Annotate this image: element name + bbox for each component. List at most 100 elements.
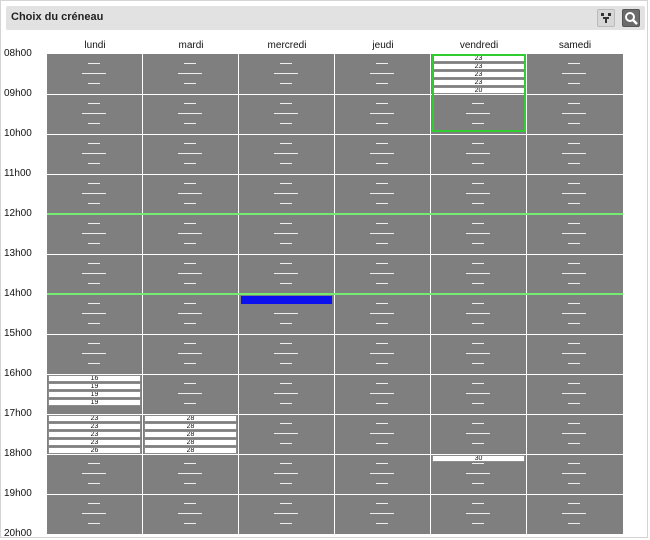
- free-slot-mark[interactable]: [562, 393, 586, 394]
- free-slot-mark[interactable]: [472, 183, 484, 184]
- free-slot-mark[interactable]: [274, 153, 298, 154]
- booked-slot[interactable]: 26: [48, 447, 141, 454]
- free-slot-mark[interactable]: [562, 353, 586, 354]
- free-slot-mark[interactable]: [568, 423, 580, 424]
- free-slot-mark[interactable]: [88, 203, 100, 204]
- free-slot-mark[interactable]: [184, 303, 196, 304]
- free-slot-mark[interactable]: [280, 463, 292, 464]
- free-slot-mark[interactable]: [376, 303, 388, 304]
- free-slot-mark[interactable]: [178, 113, 202, 114]
- search-button[interactable]: [622, 9, 640, 27]
- free-slot-mark[interactable]: [274, 73, 298, 74]
- free-slot-mark[interactable]: [376, 283, 388, 284]
- free-slot-mark[interactable]: [184, 223, 196, 224]
- free-slot-mark[interactable]: [178, 473, 202, 474]
- booked-slot[interactable]: 28: [144, 431, 237, 438]
- free-slot-mark[interactable]: [568, 363, 580, 364]
- free-slot-mark[interactable]: [178, 193, 202, 194]
- free-slot-mark[interactable]: [178, 233, 202, 234]
- free-slot-mark[interactable]: [568, 323, 580, 324]
- booked-slot[interactable]: 30: [432, 455, 525, 462]
- free-slot-mark[interactable]: [466, 273, 490, 274]
- free-slot-mark[interactable]: [178, 313, 202, 314]
- free-slot-mark[interactable]: [178, 153, 202, 154]
- free-slot-mark[interactable]: [184, 403, 196, 404]
- free-slot-mark[interactable]: [184, 183, 196, 184]
- free-slot-mark[interactable]: [82, 473, 106, 474]
- free-slot-mark[interactable]: [370, 193, 394, 194]
- free-slot-mark[interactable]: [88, 263, 100, 264]
- free-slot-mark[interactable]: [184, 283, 196, 284]
- free-slot-mark[interactable]: [280, 143, 292, 144]
- free-slot-mark[interactable]: [184, 343, 196, 344]
- free-slot-mark[interactable]: [280, 323, 292, 324]
- free-slot-mark[interactable]: [370, 73, 394, 74]
- free-slot-mark[interactable]: [466, 473, 490, 474]
- free-slot-mark[interactable]: [568, 303, 580, 304]
- free-slot-mark[interactable]: [280, 283, 292, 284]
- free-slot-mark[interactable]: [562, 73, 586, 74]
- free-slot-mark[interactable]: [184, 323, 196, 324]
- free-slot-mark[interactable]: [370, 273, 394, 274]
- free-slot-mark[interactable]: [568, 223, 580, 224]
- free-slot-mark[interactable]: [568, 163, 580, 164]
- free-slot-mark[interactable]: [568, 103, 580, 104]
- free-slot-mark[interactable]: [88, 343, 100, 344]
- free-slot-mark[interactable]: [82, 313, 106, 314]
- free-slot-mark[interactable]: [370, 233, 394, 234]
- free-slot-mark[interactable]: [472, 343, 484, 344]
- free-slot-mark[interactable]: [376, 103, 388, 104]
- free-slot-mark[interactable]: [88, 323, 100, 324]
- free-slot-mark[interactable]: [472, 143, 484, 144]
- free-slot-mark[interactable]: [82, 513, 106, 514]
- free-slot-mark[interactable]: [88, 63, 100, 64]
- booked-slot[interactable]: 28: [144, 423, 237, 430]
- free-slot-mark[interactable]: [82, 113, 106, 114]
- free-slot-mark[interactable]: [82, 153, 106, 154]
- free-slot-mark[interactable]: [82, 193, 106, 194]
- free-slot-mark[interactable]: [88, 223, 100, 224]
- free-slot-mark[interactable]: [88, 243, 100, 244]
- free-slot-mark[interactable]: [376, 163, 388, 164]
- free-slot-mark[interactable]: [568, 443, 580, 444]
- free-slot-mark[interactable]: [562, 473, 586, 474]
- free-slot-mark[interactable]: [88, 123, 100, 124]
- free-slot-mark[interactable]: [184, 363, 196, 364]
- free-slot-mark[interactable]: [88, 483, 100, 484]
- free-slot-mark[interactable]: [568, 63, 580, 64]
- free-slot-mark[interactable]: [376, 363, 388, 364]
- free-slot-mark[interactable]: [82, 353, 106, 354]
- free-slot-mark[interactable]: [472, 483, 484, 484]
- free-slot-mark[interactable]: [370, 113, 394, 114]
- free-slot-mark[interactable]: [178, 513, 202, 514]
- free-slot-mark[interactable]: [280, 243, 292, 244]
- free-slot-mark[interactable]: [88, 523, 100, 524]
- free-slot-mark[interactable]: [376, 503, 388, 504]
- free-slot-mark[interactable]: [184, 203, 196, 204]
- free-slot-mark[interactable]: [88, 363, 100, 364]
- free-slot-mark[interactable]: [568, 503, 580, 504]
- free-slot-mark[interactable]: [178, 273, 202, 274]
- free-slot-mark[interactable]: [280, 523, 292, 524]
- free-slot-mark[interactable]: [370, 473, 394, 474]
- free-slot-mark[interactable]: [472, 303, 484, 304]
- calendar-grid[interactable]: 16 19 19 19 23 23 23 23 26 28 28 28 28 28 23 23 23 23 20 30: [47, 54, 623, 534]
- free-slot-mark[interactable]: [376, 483, 388, 484]
- free-slot-mark[interactable]: [376, 123, 388, 124]
- free-slot-mark[interactable]: [466, 513, 490, 514]
- free-slot-mark[interactable]: [370, 353, 394, 354]
- free-slot-mark[interactable]: [280, 503, 292, 504]
- free-slot-mark[interactable]: [568, 283, 580, 284]
- free-slot-mark[interactable]: [472, 323, 484, 324]
- free-slot-mark[interactable]: [376, 443, 388, 444]
- free-slot-mark[interactable]: [280, 363, 292, 364]
- free-slot-mark[interactable]: [466, 153, 490, 154]
- free-slot-mark[interactable]: [472, 423, 484, 424]
- free-slot-mark[interactable]: [472, 163, 484, 164]
- booked-slot[interactable]: 23: [48, 431, 141, 438]
- free-slot-mark[interactable]: [274, 353, 298, 354]
- free-slot-mark[interactable]: [280, 423, 292, 424]
- free-slot-mark[interactable]: [370, 393, 394, 394]
- free-slot-mark[interactable]: [274, 113, 298, 114]
- free-slot-mark[interactable]: [184, 143, 196, 144]
